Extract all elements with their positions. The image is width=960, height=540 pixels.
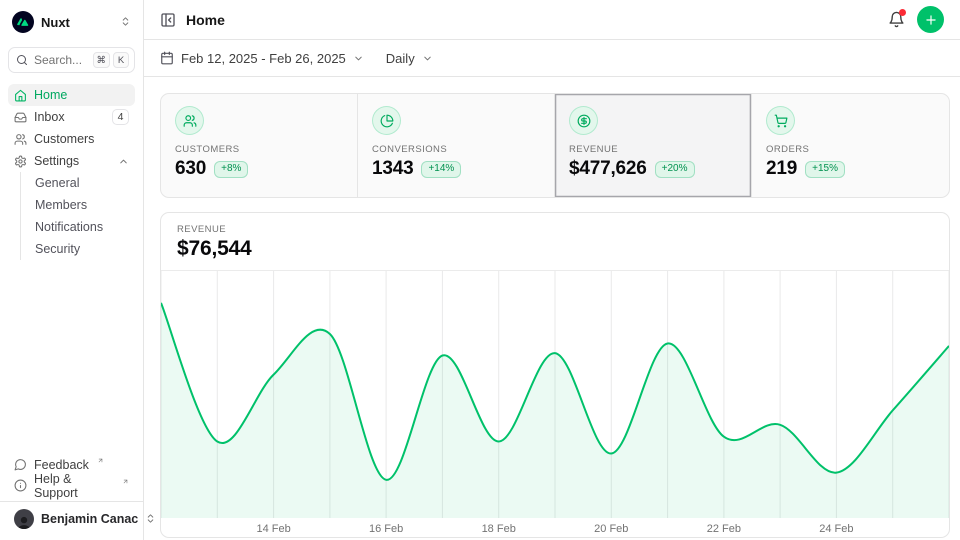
nuxt-logo-icon (12, 11, 34, 33)
sub-item-label: Security (35, 242, 80, 256)
sub-item-label: Notifications (35, 220, 103, 234)
x-tick-label: 22 Feb (707, 523, 741, 535)
chevron-down-icon (422, 53, 433, 64)
help-support-link[interactable]: Help & Support (8, 475, 135, 496)
sidebar-item-customers[interactable]: Customers (8, 128, 135, 150)
sidebar: Nuxt ⌘ K Home (0, 0, 144, 540)
stat-value: 1343 (372, 158, 413, 180)
dashboard-app: Nuxt ⌘ K Home (0, 0, 960, 540)
kbd-k: K (113, 52, 129, 68)
sidebar-item-label: Inbox (34, 110, 65, 124)
x-tick-label: 14 Feb (256, 523, 290, 535)
header-actions (888, 6, 944, 33)
interval-value: Daily (386, 51, 415, 66)
stat-delta-badge: +8% (214, 161, 248, 178)
sidebar-footer: Feedback Help & Support Benjamin Canac (8, 454, 135, 540)
pie-chart-icon (372, 106, 401, 135)
date-range-value: Feb 12, 2025 - Feb 26, 2025 (181, 51, 346, 66)
page-header: Home (144, 0, 960, 40)
notification-dot (899, 9, 906, 16)
avatar (14, 509, 34, 529)
add-button[interactable] (917, 6, 944, 33)
workspace-switcher[interactable]: Nuxt (8, 10, 135, 34)
revenue-area-chart: 14 Feb 16 Feb 18 Feb 20 Feb 22 Feb 24 Feb (161, 271, 949, 538)
stat-label: REVENUE (569, 144, 737, 155)
user-name: Benjamin Canac (41, 512, 138, 526)
stat-card-revenue[interactable]: REVENUE $477,626 +20% (555, 94, 752, 197)
stat-card-orders[interactable]: ORDERS 219 +15% (752, 94, 949, 197)
users-icon (14, 133, 27, 146)
inbox-icon (14, 111, 27, 124)
search-shortcut: ⌘ K (93, 52, 130, 68)
stat-delta-badge: +20% (655, 161, 695, 178)
link-label: Feedback (34, 458, 89, 472)
chevron-down-icon (353, 53, 364, 64)
stats-row: CUSTOMERS 630 +8% CONVERSIONS 1343 +14% (160, 93, 950, 198)
stat-value: $477,626 (569, 158, 647, 180)
sidebar-item-members[interactable]: Members (31, 194, 135, 216)
sidebar-item-notifications[interactable]: Notifications (31, 216, 135, 238)
sub-item-label: Members (35, 198, 87, 212)
stat-card-customers[interactable]: CUSTOMERS 630 +8% (161, 94, 358, 197)
sub-item-label: General (35, 176, 79, 190)
stat-label: ORDERS (766, 144, 935, 155)
search-input[interactable] (34, 53, 86, 67)
kbd-cmd: ⌘ (93, 52, 111, 68)
interval-select[interactable]: Daily (386, 51, 433, 66)
main-area: Home Feb 12, 2025 - Feb 26, 2025 (144, 0, 960, 540)
sidebar-item-general[interactable]: General (31, 172, 135, 194)
filters-toolbar: Feb 12, 2025 - Feb 26, 2025 Daily (144, 40, 960, 77)
stat-label: CONVERSIONS (372, 144, 540, 155)
dollar-sign-icon (569, 106, 598, 135)
chart-body[interactable]: 14 Feb 16 Feb 18 Feb 20 Feb 22 Feb 24 Feb (161, 271, 949, 537)
stat-card-conversions[interactable]: CONVERSIONS 1343 +14% (358, 94, 555, 197)
x-tick-label: 20 Feb (594, 523, 628, 535)
sidebar-item-inbox[interactable]: Inbox 4 (8, 106, 135, 128)
cart-icon (766, 106, 795, 135)
page-title: Home (186, 12, 225, 28)
link-label: Help & Support (34, 472, 114, 500)
stat-delta-badge: +15% (805, 161, 845, 178)
sidebar-item-label: Customers (34, 132, 94, 146)
sidebar-nav: Home Inbox 4 Customers Settings (8, 84, 135, 260)
external-link-icon (97, 457, 104, 464)
stat-delta-badge: +14% (421, 161, 461, 178)
collapse-sidebar-button[interactable] (160, 12, 176, 28)
home-icon (14, 89, 27, 102)
notifications-button[interactable] (888, 11, 905, 28)
search-box[interactable]: ⌘ K (8, 47, 135, 73)
sidebar-item-home[interactable]: Home (8, 84, 135, 106)
sidebar-item-settings[interactable]: Settings (8, 150, 135, 172)
external-link-icon (122, 478, 129, 485)
x-tick-label: 16 Feb (369, 523, 403, 535)
chevron-up-icon (118, 156, 129, 167)
stat-value: 219 (766, 158, 797, 180)
stat-value: 630 (175, 158, 206, 180)
chart-metric-value: $76,544 (177, 237, 933, 261)
chart-metric-label: REVENUE (177, 224, 933, 235)
info-circle-icon (14, 479, 27, 492)
date-range-picker[interactable]: Feb 12, 2025 - Feb 26, 2025 (160, 51, 364, 66)
chevrons-up-down-icon (120, 15, 131, 30)
stat-label: CUSTOMERS (175, 144, 343, 155)
settings-sub-nav: General Members Notifications Security (20, 172, 135, 260)
gear-icon (14, 155, 27, 168)
search-icon (16, 54, 28, 66)
users-icon (175, 106, 204, 135)
message-bubble-icon (14, 458, 27, 471)
chart-header: REVENUE $76,544 (161, 213, 949, 271)
sidebar-item-label: Home (34, 88, 67, 102)
sidebar-item-security[interactable]: Security (31, 238, 135, 260)
user-menu[interactable]: Benjamin Canac (0, 501, 143, 536)
sidebar-item-label: Settings (34, 154, 79, 168)
x-tick-label: 18 Feb (482, 523, 516, 535)
inbox-count-badge: 4 (112, 109, 129, 125)
workspace-name: Nuxt (41, 15, 113, 30)
content: CUSTOMERS 630 +8% CONVERSIONS 1343 +14% (144, 77, 960, 540)
calendar-icon (160, 51, 174, 65)
revenue-chart-card: REVENUE $76,544 14 Feb 16 Feb 18 Feb 20 Feb… (160, 212, 950, 538)
x-tick-label: 24 Feb (819, 523, 853, 535)
